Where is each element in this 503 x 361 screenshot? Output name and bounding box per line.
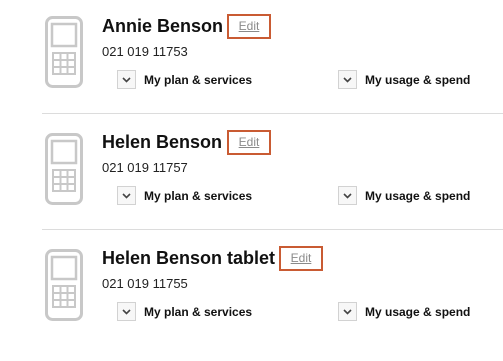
plan-services-label: My plan & services [144,188,253,203]
mobile-phone-icon [45,133,83,205]
usage-spend-toggle[interactable]: My usage & spend [338,186,470,205]
chevron-down-icon[interactable] [117,302,136,321]
phone-number: 021 019 11755 [102,276,188,291]
chevron-down-icon[interactable] [338,70,357,89]
divider [42,113,503,114]
plan-services-toggle[interactable]: My plan & services [117,70,252,89]
phone-number: 021 019 11753 [102,44,188,59]
usage-spend-label: My usage & spend [365,304,471,319]
account-name: Annie Benson [102,16,224,36]
phone-number: 021 019 11757 [102,160,188,175]
usage-spend-label: My usage & spend [365,188,471,203]
chevron-down-icon[interactable] [338,186,357,205]
chevron-down-icon[interactable] [117,186,136,205]
account-card: Helen Benson tablet Edit 021 019 11755 M… [0,232,503,348]
edit-button[interactable]: Edit [227,14,271,39]
mobile-phone-icon [45,249,83,321]
chevron-down-icon[interactable] [338,302,357,321]
edit-button[interactable]: Edit [227,130,271,155]
usage-spend-toggle[interactable]: My usage & spend [338,70,470,89]
account-name: Helen Benson tablet [102,248,276,268]
plan-services-toggle[interactable]: My plan & services [117,186,252,205]
usage-spend-label: My usage & spend [365,72,471,87]
mobile-phone-icon [45,16,83,88]
usage-spend-toggle[interactable]: My usage & spend [338,302,470,321]
account-name: Helen Benson [102,132,223,152]
account-card: Helen Benson Edit 021 019 11757 My plan … [0,116,503,232]
plan-services-label: My plan & services [144,304,253,319]
plan-services-toggle[interactable]: My plan & services [117,302,252,321]
account-card: Annie Benson Edit 021 019 11753 My plan … [0,0,503,116]
plan-services-label: My plan & services [144,72,253,87]
edit-button[interactable]: Edit [279,246,323,271]
divider [42,229,503,230]
chevron-down-icon[interactable] [117,70,136,89]
